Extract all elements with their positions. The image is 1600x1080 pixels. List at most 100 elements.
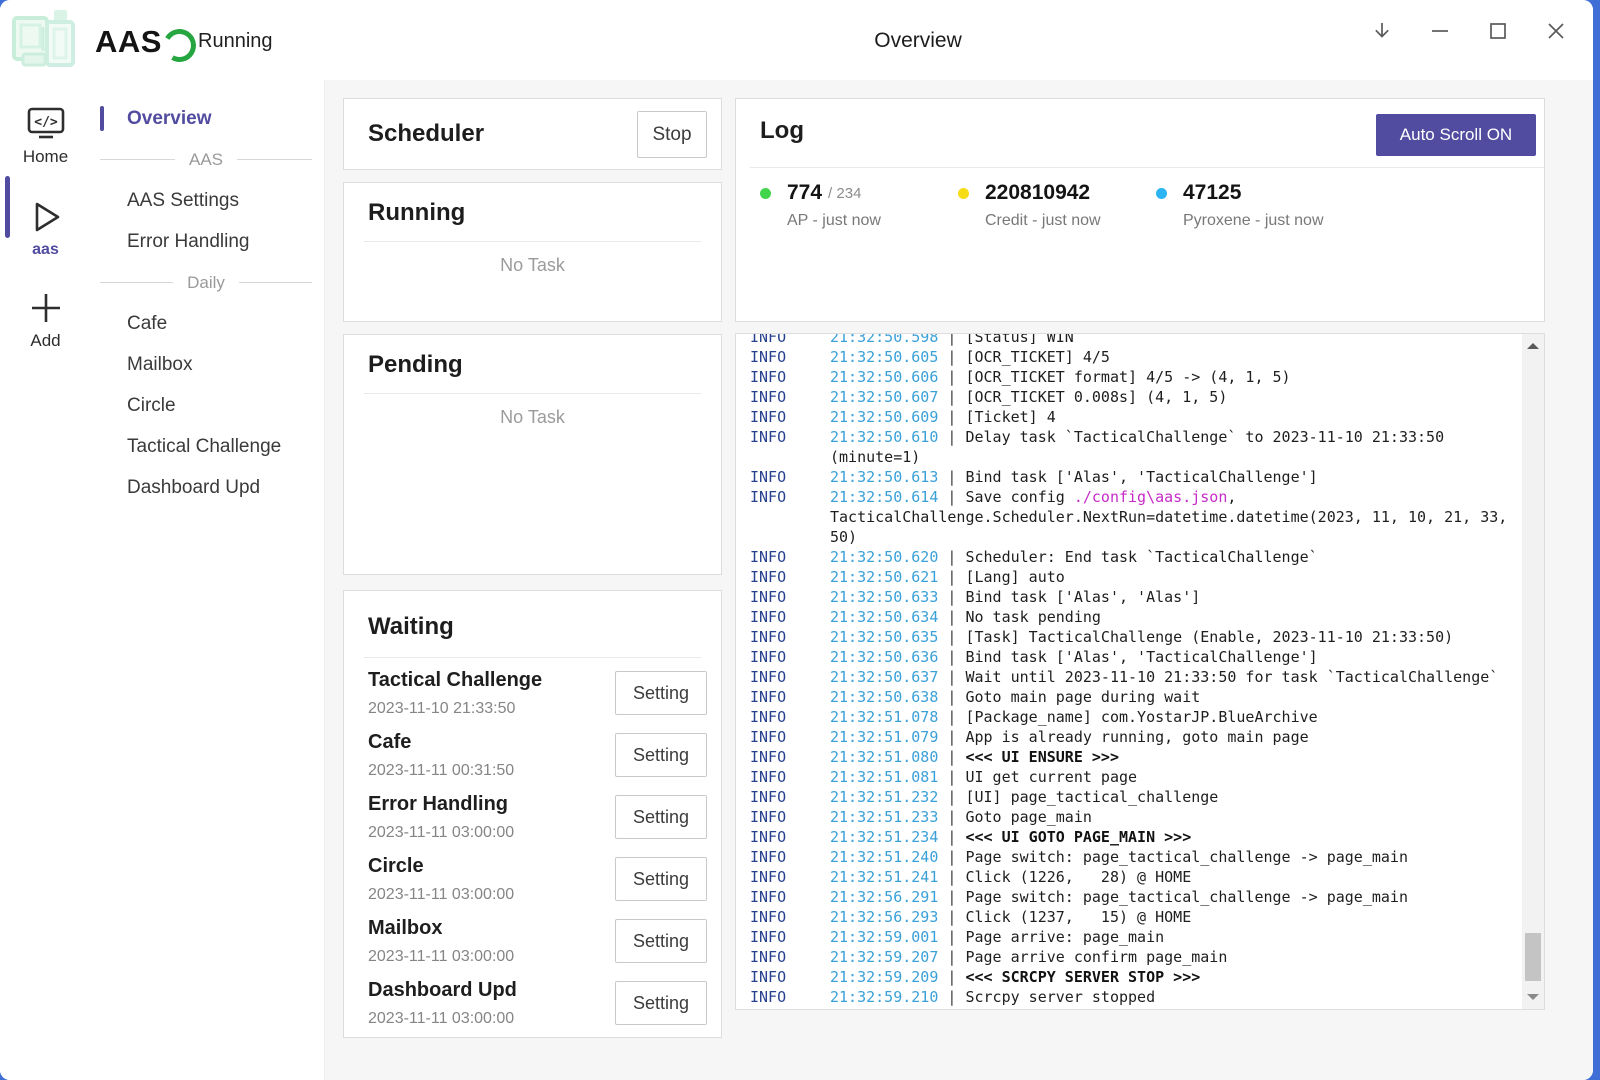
log-separator: | (938, 408, 965, 426)
pending-empty-text: No Task (344, 407, 721, 428)
log-line: INFO21:32:50.635 | [Task] TacticalChalle… (750, 627, 1518, 647)
log-line: INFO21:32:50.636 | Bind task ['Alas', 'T… (750, 647, 1518, 667)
divider (364, 241, 701, 242)
maximize-button[interactable] (1479, 10, 1517, 52)
nav-item-dashboard-upd[interactable]: Dashboard Upd (91, 467, 324, 508)
log-line: INFO21:32:50.614 | Save config ./config\… (750, 487, 1518, 547)
scheduler-card: Scheduler Stop (343, 98, 722, 170)
log-level: INFO (750, 427, 830, 447)
log-card: Log Auto Scroll ON 774 / 234 AP - just now… (735, 98, 1545, 322)
log-message-part: App is already running, goto main page (965, 728, 1308, 746)
log-message-part: Click (1226, 28) @ HOME (965, 868, 1191, 886)
task-setting-button[interactable]: Setting (615, 981, 707, 1025)
nav-item-cafe[interactable]: Cafe (91, 303, 324, 344)
log-timestamp: 21:32:50.609 (830, 408, 938, 426)
task-setting-button[interactable]: Setting (615, 671, 707, 715)
waiting-task-row-cafe: Cafe2023-11-11 00:31:50Setting (344, 729, 721, 791)
divider-line (100, 282, 173, 283)
log-message-part: Page arrive confirm page_main (965, 948, 1227, 966)
stat-value: 47125 (1183, 181, 1241, 205)
log-level: INFO (750, 627, 830, 647)
task-name: Cafe (368, 731, 411, 754)
log-separator: | (938, 368, 965, 386)
log-level: INFO (750, 947, 830, 967)
nav-section-label: Daily (187, 273, 225, 293)
nav-item-tactical-challenge[interactable]: Tactical Challenge (91, 426, 324, 467)
log-timestamp: 21:32:51.080 (830, 748, 938, 766)
task-setting-button[interactable]: Setting (615, 919, 707, 963)
log-separator: | (938, 608, 965, 626)
log-level: INFO (750, 467, 830, 487)
rail-item-aas[interactable]: aas (0, 192, 91, 264)
log-separator: | (938, 548, 965, 566)
minimize-button[interactable] (1421, 10, 1459, 52)
nav-item-mailbox[interactable]: Mailbox (91, 344, 324, 385)
stat-secondary-value: / 234 (828, 185, 861, 202)
log-message-part: Wait until 2023-11-10 21:33:50 for task … (965, 668, 1498, 686)
log-timestamp: 21:32:50.621 (830, 568, 938, 586)
scrollbar-thumb[interactable] (1525, 933, 1541, 981)
task-setting-button[interactable]: Setting (615, 795, 707, 839)
log-message-part: [OCR_TICKET 0.008s] (4, 1, 5) (965, 388, 1227, 406)
nav-item-error-handling[interactable]: Error Handling (91, 221, 324, 262)
nav-item-aas-settings[interactable]: AAS Settings (91, 180, 324, 221)
pending-card: Pending No Task (343, 334, 722, 575)
titlebar: AAS Running Overview (0, 0, 1593, 80)
log-title: Log (760, 117, 804, 145)
log-separator: | (938, 748, 965, 766)
log-line: INFO21:32:51.233 | Goto page_main (750, 807, 1518, 827)
nav-item-overview[interactable]: Overview (91, 98, 324, 139)
stat-value: 774 (787, 181, 822, 205)
rail-item-add[interactable]: Add (0, 284, 91, 356)
stop-button[interactable]: Stop (637, 111, 707, 158)
log-line: INFO21:32:51.240 | Page switch: page_tac… (750, 847, 1518, 867)
log-separator: | (938, 648, 965, 666)
task-setting-button[interactable]: Setting (615, 733, 707, 777)
task-next-run-time: 2023-11-11 03:00:00 (368, 1010, 514, 1028)
log-timestamp: 21:32:56.293 (830, 908, 938, 926)
scroll-up-button[interactable] (1522, 336, 1544, 356)
log-message-part: ./config\aas.json (1074, 488, 1228, 506)
log-line: INFO21:32:50.638 | Goto main page during… (750, 687, 1518, 707)
log-separator: | (938, 888, 965, 906)
waiting-task-row-mailbox: Mailbox2023-11-11 03:00:00Setting (344, 915, 721, 977)
log-scrollbar[interactable] (1522, 334, 1544, 1009)
stat-dot-icon (958, 188, 969, 199)
log-message: 21:32:56.293 | Click (1237, 15) @ HOME (830, 907, 1510, 927)
log-line: INFO21:32:50.637 | Wait until 2023-11-10… (750, 667, 1518, 687)
log-message: 21:32:56.291 | Page switch: page_tactica… (830, 887, 1510, 907)
task-setting-button[interactable]: Setting (615, 857, 707, 901)
log-line: INFO21:32:59.001 | Page arrive: page_mai… (750, 927, 1518, 947)
stat-label: AP - just now (787, 212, 958, 230)
log-lines: INFO21:32:50.598 | [Status] WININFO21:32… (750, 333, 1518, 1007)
log-message: 21:32:50.634 | No task pending (830, 607, 1510, 627)
log-line: INFO21:32:50.613 | Bind task ['Alas', 'T… (750, 467, 1518, 487)
log-level: INFO (750, 667, 830, 687)
code-monitor-icon: </> (25, 106, 67, 142)
waiting-task-row-dashboard-upd: Dashboard Upd2023-11-11 03:00:00Setting (344, 977, 721, 1039)
divider (364, 393, 701, 394)
log-separator: | (938, 728, 965, 746)
rail-item-home[interactable]: </> Home (0, 100, 91, 172)
log-separator: | (938, 428, 965, 446)
hide-window-button[interactable] (1363, 10, 1401, 52)
task-name: Circle (368, 855, 424, 878)
log-level: INFO (750, 927, 830, 947)
task-next-run-time: 2023-11-11 03:00:00 (368, 886, 514, 904)
log-line: INFO21:32:51.234 | <<< UI GOTO PAGE_MAIN… (750, 827, 1518, 847)
log-timestamp: 21:32:50.635 (830, 628, 938, 646)
log-message-part: Save config (965, 488, 1073, 506)
auto-scroll-button[interactable]: Auto Scroll ON (1376, 114, 1536, 156)
log-level: INFO (750, 727, 830, 747)
log-message: 21:32:59.209 | <<< SCRCPY SERVER STOP >>… (830, 967, 1510, 987)
log-level: INFO (750, 347, 830, 367)
close-icon (1545, 20, 1567, 42)
log-output[interactable]: INFO21:32:50.598 | [Status] WININFO21:32… (735, 333, 1545, 1010)
log-stat-ap: 774 / 234 AP - just now (760, 181, 958, 230)
rail-item-label: aas (32, 241, 59, 259)
log-message-part: Scheduler: End task `TacticalChallenge` (965, 548, 1317, 566)
nav-item-circle[interactable]: Circle (91, 385, 324, 426)
log-message-part: Bind task ['Alas', 'TacticalChallenge'] (965, 468, 1317, 486)
close-button[interactable] (1537, 10, 1575, 52)
scroll-down-button[interactable] (1522, 987, 1544, 1007)
